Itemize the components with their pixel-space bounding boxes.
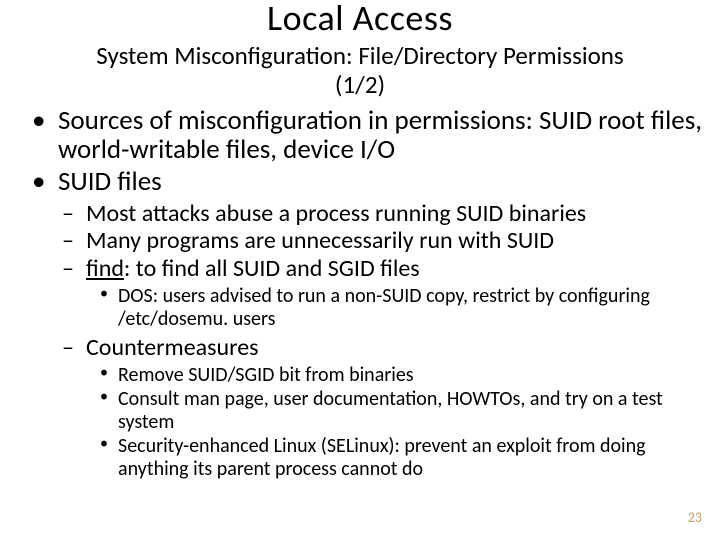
sub3-list-b: Remove SUID/SGID bit from binaries Consu…: [10, 364, 710, 481]
find-keyword: find: [86, 254, 124, 283]
sub-3: find: to find all SUID and SGID files: [10, 256, 710, 283]
bullet-1: Sources of misconfiguration in permissio…: [10, 106, 710, 165]
sub3-dos: DOS: users advised to run a non-SUID cop…: [10, 285, 710, 331]
sub3-selinux: Security-enhanced Linux (SELinux): preve…: [10, 435, 710, 481]
sub-1: Most attacks abuse a process running SUI…: [10, 201, 710, 228]
sub3-remove: Remove SUID/SGID bit from binaries: [10, 364, 710, 387]
sub-list-2: Countermeasures: [10, 335, 710, 362]
slide-title: Local Access: [10, 0, 710, 40]
sub-list: Most attacks abuse a process running SUI…: [10, 201, 710, 284]
sub-2: Many programs are unnecessarily run with…: [10, 228, 710, 255]
slide-subtitle: System Misconfiguration: File/Directory …: [10, 42, 710, 100]
subtitle-line2: (1/2): [335, 69, 385, 100]
subtitle-line1: System Misconfiguration: File/Directory …: [96, 40, 623, 71]
bullet-list: Sources of misconfiguration in permissio…: [10, 106, 710, 197]
sub3-consult: Consult man page, user documentation, HO…: [10, 388, 710, 434]
sub-4: Countermeasures: [10, 335, 710, 362]
bullet-2: SUID files: [10, 167, 710, 197]
page-number: 23: [688, 509, 702, 526]
slide: Local Access System Misconfiguration: Fi…: [0, 0, 720, 536]
sub-3-rest: : to find all SUID and SGID files: [124, 254, 420, 283]
sub3-list-a: DOS: users advised to run a non-SUID cop…: [10, 285, 710, 331]
